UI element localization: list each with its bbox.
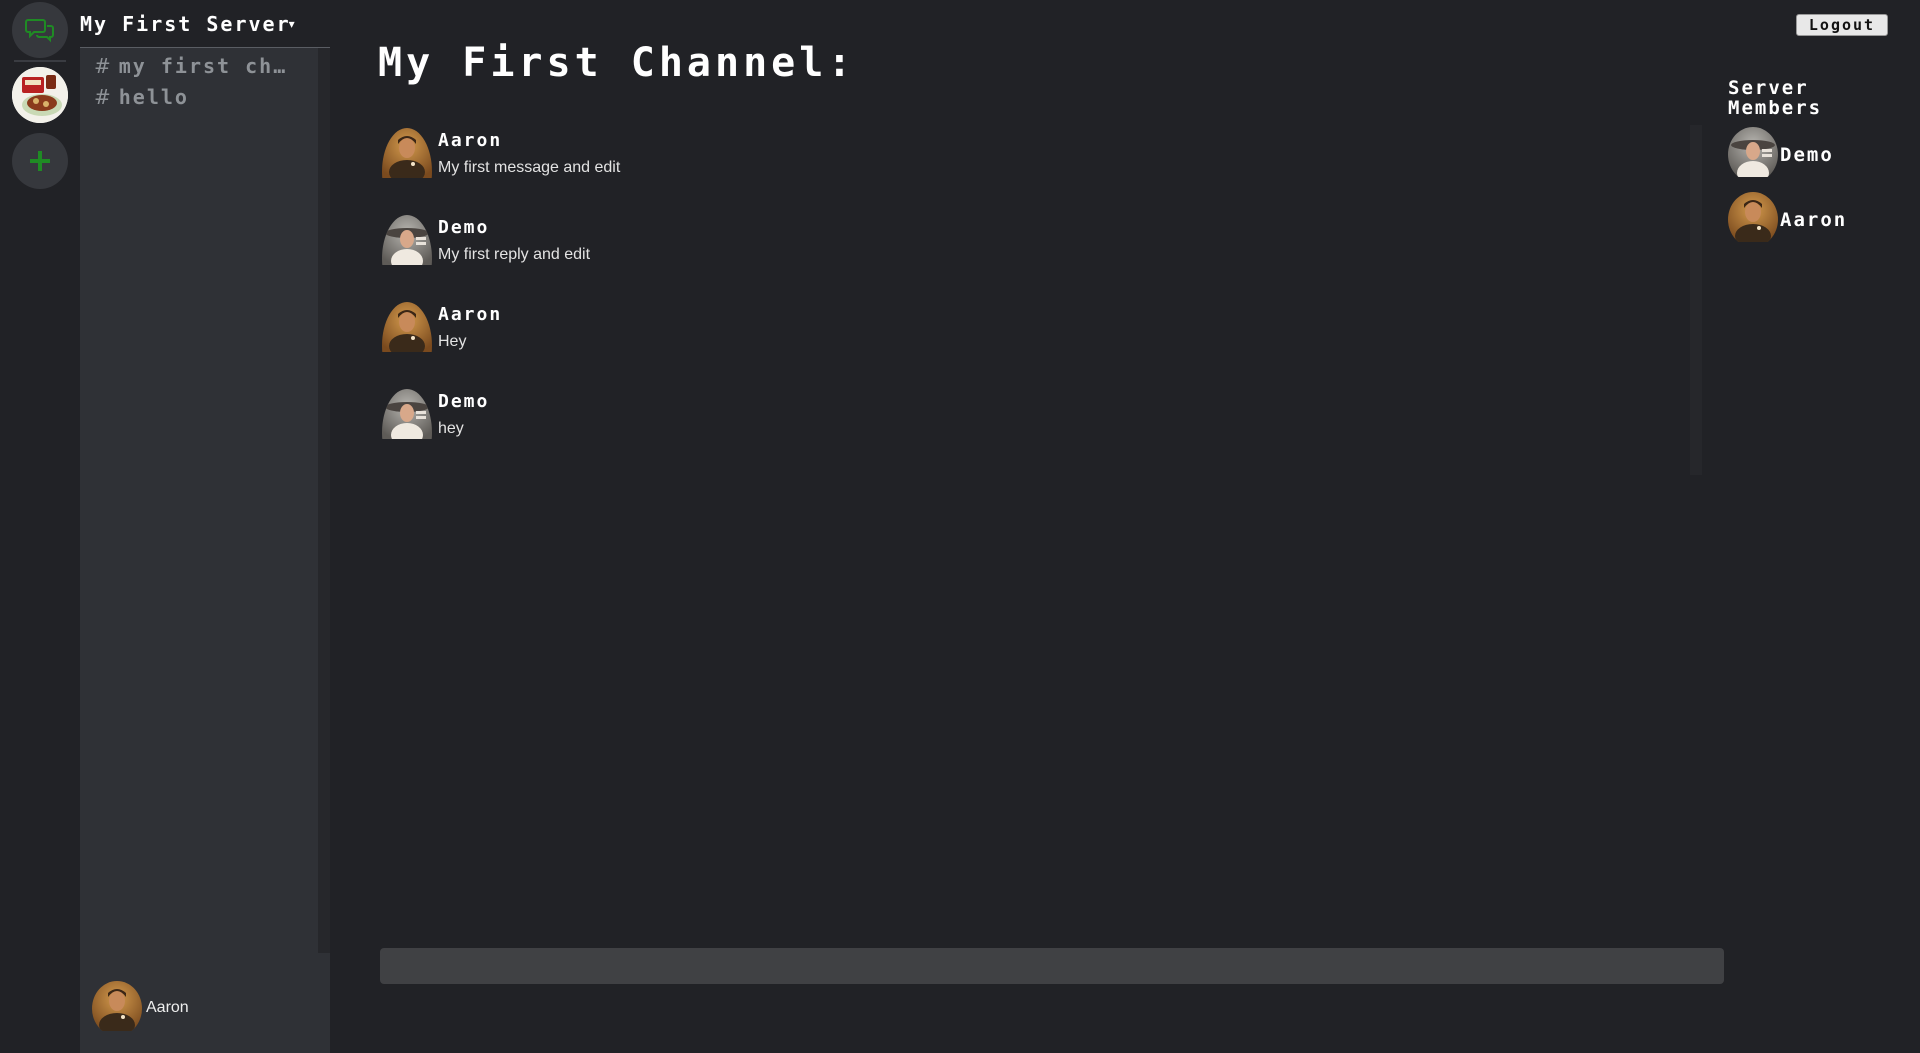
- server-picture: [12, 67, 68, 123]
- server-rail: [0, 0, 80, 1053]
- message-author: Aaron: [438, 130, 503, 151]
- message-author: Aaron: [438, 304, 503, 325]
- message-text: hey: [438, 420, 464, 437]
- member-item[interactable]: Aaron: [1728, 192, 1908, 247]
- server-header[interactable]: My First Server ▾: [80, 0, 330, 48]
- current-user-name: Aaron: [146, 999, 189, 1016]
- channel-sidebar: My First Server ▾ # my first ch... # hel…: [80, 0, 330, 1053]
- member-name: Aaron: [1780, 208, 1848, 231]
- message: Aaron Hey: [382, 302, 1682, 389]
- message-author: Demo: [438, 391, 490, 412]
- user-panel: Aaron: [80, 963, 330, 1053]
- home-button[interactable]: [12, 2, 68, 58]
- message-text: My first reply and edit: [438, 246, 591, 263]
- message: Demo My first reply and edit: [382, 215, 1682, 302]
- avatar: [1728, 127, 1778, 182]
- avatar: [1728, 192, 1778, 247]
- chevron-down-icon: ▾: [288, 16, 295, 31]
- hash-icon: #: [94, 84, 111, 109]
- channel-name: my first ch...: [118, 53, 299, 78]
- server-name: My First Server: [80, 11, 291, 36]
- sidebar-scrollbar[interactable]: [318, 48, 330, 953]
- logout-button[interactable]: Logout: [1796, 14, 1888, 36]
- avatar: [382, 215, 432, 302]
- channel-name: hello: [118, 84, 189, 109]
- message: Demo hey: [382, 389, 1682, 476]
- add-server-button[interactable]: [12, 133, 68, 189]
- server-icon-my-first-server[interactable]: [12, 67, 68, 123]
- hash-icon: #: [94, 53, 111, 78]
- message-text: My first message and edit: [438, 159, 621, 176]
- message-author: Demo: [438, 217, 490, 238]
- member-name: Demo: [1780, 143, 1834, 166]
- message-scrollbar[interactable]: [1690, 125, 1702, 475]
- plus-icon: [30, 151, 50, 171]
- message-input[interactable]: [380, 948, 1724, 984]
- channel-list: # my first ch... # hello: [80, 48, 318, 953]
- rail-divider: [14, 60, 66, 62]
- members-title: Server Members: [1728, 77, 1823, 119]
- chat-bubbles-icon: [25, 19, 54, 43]
- avatar: [382, 389, 432, 476]
- message-text: Hey: [438, 333, 467, 350]
- message: Aaron My first message and edit: [382, 128, 1682, 215]
- channel-title: My First Channel:: [378, 40, 856, 86]
- avatar: [92, 980, 142, 1036]
- message-list: Aaron My first message and edit Demo My …: [382, 128, 1682, 476]
- member-item[interactable]: Demo: [1728, 127, 1908, 182]
- channel-item[interactable]: # hello: [80, 81, 318, 112]
- avatar: [382, 128, 432, 215]
- members-panel: Server Members Demo Aaron: [1728, 77, 1908, 247]
- avatar: [382, 302, 432, 389]
- channel-item[interactable]: # my first ch...: [80, 50, 318, 81]
